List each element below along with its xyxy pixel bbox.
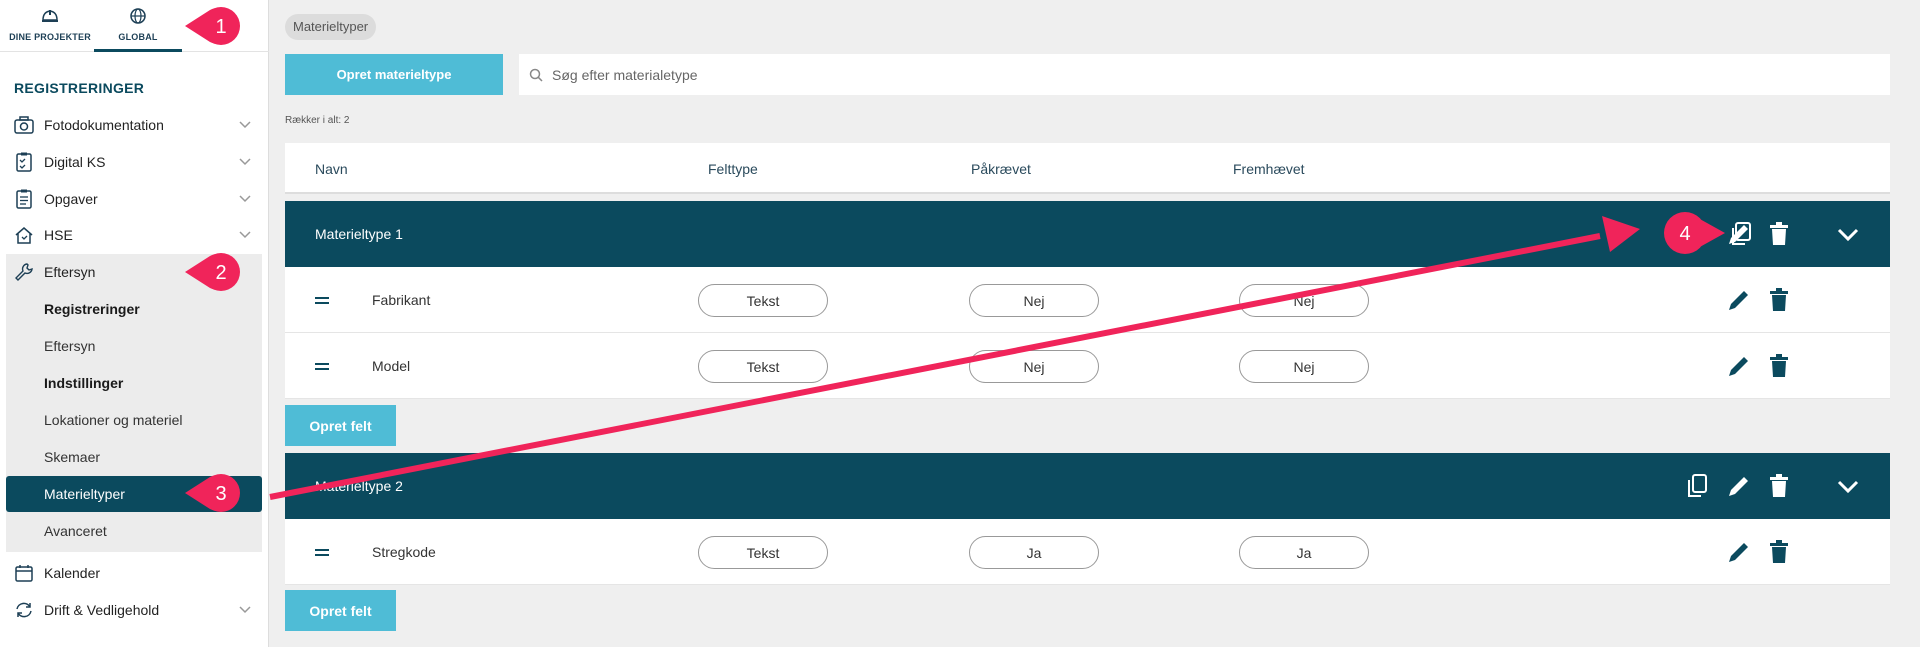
tab-label: DINE PROJEKTER bbox=[9, 32, 91, 42]
sidebar-item-label: Fotodokumentation bbox=[44, 117, 164, 133]
sidebar-item-label: Eftersyn bbox=[44, 264, 96, 280]
sidebar-item-kalender[interactable]: Kalender bbox=[6, 555, 262, 591]
clipboard-check-icon bbox=[16, 152, 32, 172]
sidebar-item-digital-ks[interactable]: Digital KS bbox=[6, 144, 262, 180]
table-row: Model Tekst Nej Nej bbox=[285, 333, 1890, 399]
drag-handle-icon[interactable] bbox=[315, 363, 329, 371]
section-title: REGISTRERINGER bbox=[14, 80, 145, 96]
wrench-icon bbox=[15, 263, 33, 281]
table-header: Navn Felttype Påkrævet Fremhævet bbox=[285, 143, 1890, 194]
sidebar-subitem-eftersyn[interactable]: Eftersyn bbox=[6, 328, 262, 364]
edit-icon[interactable] bbox=[1724, 471, 1754, 501]
trash-icon[interactable] bbox=[1764, 471, 1794, 501]
group-name: Materieltype 1 bbox=[315, 226, 403, 242]
chevron-down-icon[interactable] bbox=[1833, 219, 1863, 249]
sidebar-item-drift[interactable]: Drift & Vedligehold bbox=[6, 592, 262, 628]
copy-icon[interactable] bbox=[1683, 471, 1713, 501]
trash-icon[interactable] bbox=[1764, 219, 1794, 249]
clipboard-list-icon bbox=[16, 189, 32, 209]
drag-handle-icon[interactable] bbox=[315, 297, 329, 305]
sidebar-item-label: Drift & Vedligehold bbox=[44, 602, 160, 618]
column-header-paakraevet: Påkrævet bbox=[971, 161, 1031, 177]
chevron-down-icon bbox=[239, 121, 251, 129]
camera-icon bbox=[14, 116, 34, 134]
search-input[interactable] bbox=[552, 66, 1852, 83]
required-pill[interactable]: Ja bbox=[969, 536, 1099, 569]
sidebar-item-eftersyn[interactable]: Eftersyn bbox=[6, 254, 262, 290]
tab-label: GLOBAL bbox=[118, 32, 158, 42]
group-name: Materieltype 2 bbox=[315, 478, 403, 494]
field-type-pill[interactable]: Tekst bbox=[698, 350, 828, 383]
column-header-felttype: Felttype bbox=[708, 161, 758, 177]
tab-dine-projekter[interactable]: DINE PROJEKTER bbox=[6, 0, 94, 52]
column-header-navn: Navn bbox=[315, 161, 348, 177]
chevron-down-icon bbox=[239, 158, 251, 166]
sidebar-item-label: HSE bbox=[44, 227, 73, 243]
field-name: Fabrikant bbox=[372, 292, 431, 308]
sidebar: DINE PROJEKTER GLOBAL REGISTRERINGER Fot… bbox=[0, 0, 269, 647]
edit-icon[interactable] bbox=[1724, 219, 1754, 249]
required-pill[interactable]: Nej bbox=[969, 284, 1099, 317]
group-header[interactable]: Materieltype 2 bbox=[285, 453, 1890, 519]
breadcrumb: Materieltyper bbox=[285, 14, 377, 40]
sidebar-subitem-registreringer[interactable]: Registreringer bbox=[6, 291, 262, 327]
field-type-pill[interactable]: Tekst bbox=[698, 284, 828, 317]
calendar-icon bbox=[15, 565, 33, 582]
sync-icon bbox=[16, 602, 32, 618]
add-field-button[interactable]: Opret felt bbox=[285, 590, 396, 631]
column-header-fremhaevet: Fremhævet bbox=[1233, 161, 1305, 177]
house-icon bbox=[15, 227, 33, 244]
globe-icon bbox=[130, 8, 146, 24]
highlighted-pill[interactable]: Nej bbox=[1239, 284, 1369, 317]
trash-icon[interactable] bbox=[1764, 537, 1794, 567]
highlighted-pill[interactable]: Ja bbox=[1239, 536, 1369, 569]
table-row: Fabrikant Tekst Nej Nej bbox=[285, 267, 1890, 333]
sidebar-item-opgaver[interactable]: Opgaver bbox=[6, 181, 262, 217]
chevron-down-icon[interactable] bbox=[1833, 471, 1863, 501]
sidebar-item-label: Kalender bbox=[44, 565, 101, 581]
sidebar-top-tabs: DINE PROJEKTER GLOBAL bbox=[0, 0, 269, 52]
field-type-pill[interactable]: Tekst bbox=[698, 536, 828, 569]
sidebar-item-fotodokumentation[interactable]: Fotodokumentation bbox=[6, 107, 262, 143]
edit-icon[interactable] bbox=[1724, 285, 1754, 315]
tab-global[interactable]: GLOBAL bbox=[94, 0, 182, 52]
highlighted-pill[interactable]: Nej bbox=[1239, 350, 1369, 383]
edit-icon[interactable] bbox=[1724, 351, 1754, 381]
drag-handle-icon[interactable] bbox=[315, 549, 329, 557]
sidebar-subitem-indstillinger[interactable]: Indstillinger bbox=[6, 365, 262, 401]
chevron-down-icon bbox=[239, 195, 251, 203]
sidebar-subitem-lokationer[interactable]: Lokationer og materiel bbox=[6, 402, 262, 438]
group-header[interactable]: Materieltype 1 bbox=[285, 201, 1890, 267]
sidebar-subitem-avanceret[interactable]: Avanceret bbox=[6, 513, 262, 549]
helmet-icon bbox=[42, 10, 58, 22]
sidebar-subitem-skemaer[interactable]: Skemaer bbox=[6, 439, 262, 475]
create-materieltype-button[interactable]: Opret materieltype bbox=[285, 54, 503, 95]
sidebar-item-hse[interactable]: HSE bbox=[6, 217, 262, 253]
chevron-down-icon bbox=[239, 606, 251, 614]
search-icon bbox=[529, 68, 543, 82]
add-field-button[interactable]: Opret felt bbox=[285, 405, 396, 446]
row-count: Rækker i alt: 2 bbox=[285, 115, 350, 126]
field-name: Model bbox=[372, 358, 411, 374]
sidebar-item-label: Opgaver bbox=[44, 191, 98, 207]
trash-icon[interactable] bbox=[1764, 351, 1794, 381]
sidebar-subitem-materieltyper[interactable]: Materieltyper bbox=[6, 476, 262, 512]
edit-icon[interactable] bbox=[1724, 537, 1754, 567]
field-name: Stregkode bbox=[372, 544, 436, 560]
table-row: Stregkode Tekst Ja Ja bbox=[285, 519, 1890, 585]
trash-icon[interactable] bbox=[1764, 285, 1794, 315]
sidebar-item-label: Digital KS bbox=[44, 154, 106, 170]
search-bar bbox=[519, 54, 1890, 95]
chevron-down-icon bbox=[239, 231, 251, 239]
required-pill[interactable]: Nej bbox=[969, 350, 1099, 383]
